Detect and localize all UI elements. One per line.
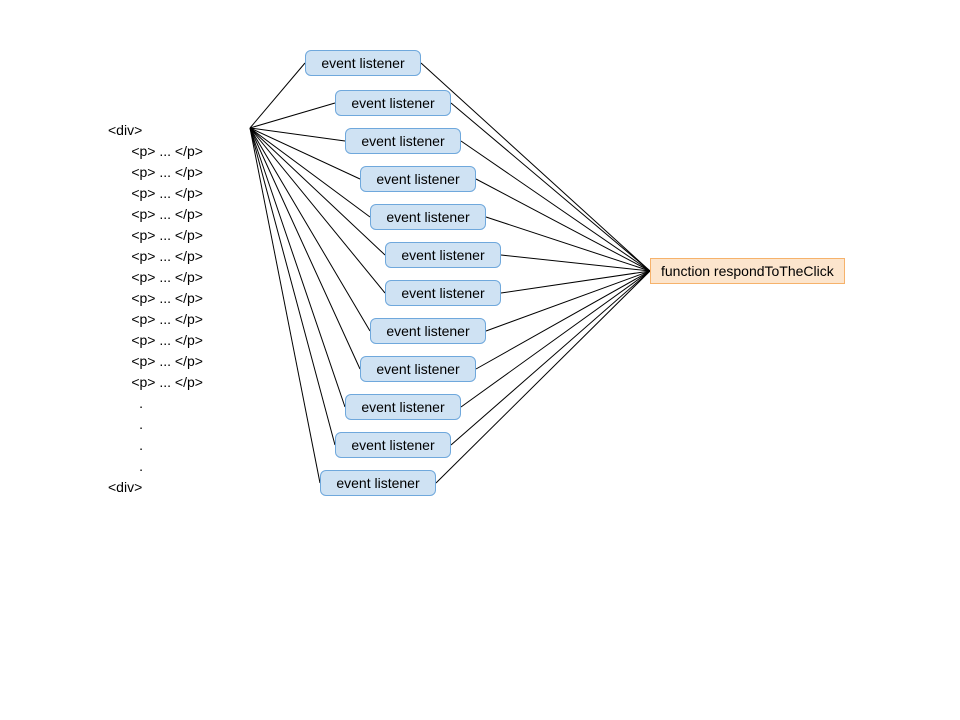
event-listener-box: event listener xyxy=(305,50,421,76)
function-box: function respondToTheClick xyxy=(650,258,845,284)
code-p-line: <p> ... </p> xyxy=(108,204,203,225)
code-dot: . xyxy=(108,414,203,435)
event-listener-box: event listener xyxy=(360,356,476,382)
code-p-line: <p> ... </p> xyxy=(108,183,203,204)
event-listener-box: event listener xyxy=(320,470,436,496)
event-listener-box: event listener xyxy=(370,204,486,230)
code-p-line: <p> ... </p> xyxy=(108,351,203,372)
event-listener-box: event listener xyxy=(385,280,501,306)
code-p-line: <p> ... </p> xyxy=(108,309,203,330)
code-p-line: <p> ... </p> xyxy=(108,225,203,246)
event-listener-box: event listener xyxy=(370,318,486,344)
event-listener-box: event listener xyxy=(335,432,451,458)
code-dot: . xyxy=(108,435,203,456)
code-p-line: <p> ... </p> xyxy=(108,288,203,309)
code-p-line: <p> ... </p> xyxy=(108,372,203,393)
code-dot: . xyxy=(108,393,203,414)
event-listener-box: event listener xyxy=(345,128,461,154)
code-p-line: <p> ... </p> xyxy=(108,246,203,267)
code-p-line: <p> ... </p> xyxy=(108,162,203,183)
event-listener-box: event listener xyxy=(345,394,461,420)
code-dot: . xyxy=(108,456,203,477)
code-p-line: <p> ... </p> xyxy=(108,141,203,162)
event-listener-box: event listener xyxy=(335,90,451,116)
event-listener-box: event listener xyxy=(385,242,501,268)
code-div-close: <div> xyxy=(108,477,203,498)
code-p-line: <p> ... </p> xyxy=(108,267,203,288)
code-div-open: <div> xyxy=(108,120,203,141)
code-p-line: <p> ... </p> xyxy=(108,330,203,351)
code-block: <div> <p> ... </p> <p> ... </p> <p> ... … xyxy=(108,120,203,498)
function-label: function respondToTheClick xyxy=(661,263,834,279)
event-listener-box: event listener xyxy=(360,166,476,192)
